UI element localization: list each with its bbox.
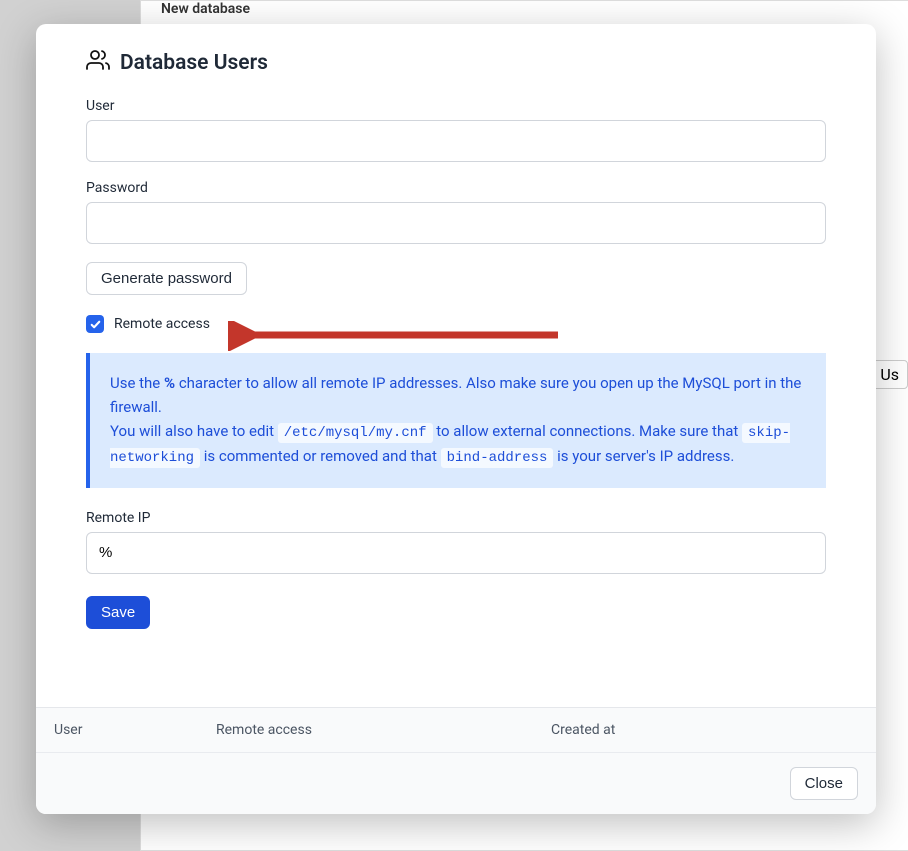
modal-title: Database Users — [86, 48, 826, 78]
remote-access-checkbox[interactable] — [86, 315, 104, 333]
th-user: User — [54, 722, 216, 738]
users-icon — [86, 48, 110, 78]
modal-title-text: Database Users — [120, 51, 268, 75]
modal-footer: Close — [36, 752, 876, 814]
th-created-at: Created at — [551, 722, 858, 738]
remote-access-label: Remote access — [114, 316, 210, 332]
remote-ip-input[interactable] — [86, 532, 826, 574]
bg-new-database: New database — [161, 1, 889, 17]
user-input[interactable] — [86, 120, 826, 162]
generate-password-button[interactable]: Generate password — [86, 262, 247, 295]
database-users-modal: Database Users User Password Generate pa… — [36, 24, 876, 814]
users-table-header: User Remote access Created at — [36, 707, 876, 752]
save-button[interactable]: Save — [86, 596, 150, 629]
user-label: User — [86, 98, 826, 114]
close-button[interactable]: Close — [790, 767, 858, 800]
password-input[interactable] — [86, 202, 826, 244]
password-label: Password — [86, 180, 826, 196]
remote-access-alert: Use the % character to allow all remote … — [86, 353, 826, 488]
th-remote-access: Remote access — [216, 722, 551, 738]
check-icon — [90, 319, 101, 330]
remote-ip-label: Remote IP — [86, 510, 826, 526]
bg-us-fragment: Us — [871, 360, 908, 389]
